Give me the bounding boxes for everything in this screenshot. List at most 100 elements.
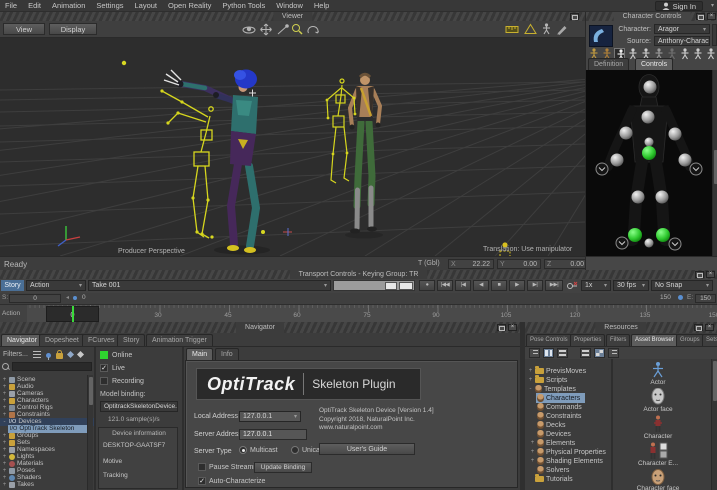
dock-icon[interactable] xyxy=(497,324,506,331)
record-button[interactable]: ● xyxy=(419,280,435,291)
dock-icon[interactable] xyxy=(570,13,579,20)
fps-select[interactable]: 30 fps▾ xyxy=(613,280,649,291)
search-input[interactable] xyxy=(12,362,92,371)
zoom-marker-icon[interactable] xyxy=(73,296,77,300)
menu-animation[interactable]: Animation xyxy=(52,1,85,10)
ruler-icon[interactable] xyxy=(505,24,520,35)
recording-checkbox[interactable] xyxy=(100,377,108,385)
nav-back-icon[interactable] xyxy=(67,351,74,358)
menu-window[interactable]: Window xyxy=(276,1,303,10)
tab-info[interactable]: Info xyxy=(215,348,239,360)
recording-checkbox-row[interactable]: Recording xyxy=(100,377,144,385)
local-address-select[interactable]: 127.0.0.1▾ xyxy=(239,411,301,422)
select-tool-icon[interactable] xyxy=(276,23,290,36)
panel-spinner[interactable] xyxy=(712,24,717,46)
character-select[interactable]: Aragor▾ xyxy=(654,24,710,34)
view-menu-button[interactable]: View xyxy=(3,23,45,35)
viewer-titlebar[interactable]: Viewer xyxy=(0,12,585,21)
pin-icon[interactable] xyxy=(46,353,51,358)
menu-python-tools[interactable]: Python Tools xyxy=(222,1,265,10)
dock-icon[interactable] xyxy=(695,271,704,278)
unicast-radio[interactable] xyxy=(291,446,299,454)
tab-definition[interactable]: Definition xyxy=(588,58,629,70)
dock-icon[interactable] xyxy=(694,324,703,331)
lock-icon[interactable] xyxy=(56,353,63,359)
tree-view-icon[interactable] xyxy=(529,348,540,358)
time-display[interactable] xyxy=(333,280,415,291)
tab-main[interactable]: Main xyxy=(186,348,213,360)
asset-label[interactable]: Character E... xyxy=(628,460,688,467)
assets-scrollbar[interactable] xyxy=(711,359,717,490)
orbit-tool-icon[interactable] xyxy=(242,23,256,36)
character-body-view[interactable] xyxy=(586,70,712,256)
tab-pose-controls[interactable]: Pose Controls xyxy=(526,334,572,346)
large-icons-view-icon[interactable] xyxy=(594,348,605,358)
multicast-radio-row[interactable]: Multicast xyxy=(239,446,278,454)
source-select[interactable]: Anthony-Character▾ xyxy=(654,36,710,46)
range-end-field[interactable]: 150 xyxy=(695,294,716,303)
asset-label[interactable]: Character xyxy=(628,433,688,440)
tab-controls[interactable]: Controls xyxy=(635,58,673,70)
timeline-ruler[interactable]: 15 30 45 60 75 90 105 120 135 150 xyxy=(27,305,717,323)
tree-scrollbar[interactable] xyxy=(87,375,93,490)
close-icon[interactable]: × xyxy=(706,271,715,278)
menu-open-reality[interactable]: Open Reality xyxy=(168,1,211,10)
range-start-field[interactable]: 0 xyxy=(9,294,61,303)
mirror-icon[interactable] xyxy=(692,48,703,61)
transform-x-field[interactable]: X22.22 xyxy=(448,259,494,269)
close-icon[interactable]: × xyxy=(707,13,716,20)
play-button[interactable]: ▶ xyxy=(509,280,525,291)
auto-characterize-row[interactable]: ✓ Auto-Characterize xyxy=(198,477,265,485)
filters-label[interactable]: Filters... xyxy=(3,351,28,358)
menu-settings[interactable]: Settings xyxy=(96,1,123,10)
step-back-button[interactable]: |◀ xyxy=(455,280,471,291)
step-forward-button[interactable]: ▶| xyxy=(527,280,543,291)
dock-icon[interactable] xyxy=(696,13,705,20)
go-to-start-button[interactable]: |◀◀ xyxy=(437,280,453,291)
live-checkbox[interactable]: ✓ xyxy=(100,364,108,372)
tab-properties[interactable]: Properties xyxy=(570,334,605,346)
transport-titlebar[interactable]: Transport Controls - Keying Group: TR × xyxy=(0,270,717,279)
play-reverse-button[interactable]: ◀ xyxy=(473,280,489,291)
action-mode-select[interactable]: Action▾ xyxy=(26,280,86,291)
small-icons-view-icon[interactable] xyxy=(580,348,591,358)
menu-edit[interactable]: Edit xyxy=(28,1,41,10)
update-binding-button[interactable]: Update Binding xyxy=(254,462,312,473)
menu-help[interactable]: Help xyxy=(314,1,329,10)
column-view-icon[interactable] xyxy=(543,348,554,358)
marker-triangle-icon[interactable] xyxy=(524,23,537,35)
nav-forward-icon[interactable] xyxy=(77,351,84,358)
asset-label[interactable]: Actor xyxy=(628,379,688,386)
ik-blend-icon[interactable] xyxy=(679,48,690,61)
auto-characterize-checkbox[interactable]: ✓ xyxy=(198,477,206,485)
character-extension-asset-icon[interactable] xyxy=(647,442,669,459)
go-to-end-button[interactable]: ▶▶| xyxy=(545,280,563,291)
transform-y-field[interactable]: Y0.00 xyxy=(497,259,541,269)
pause-streaming-checkbox[interactable] xyxy=(198,463,206,471)
tab-animation-trigger[interactable]: Animation Trigger xyxy=(146,334,213,346)
users-guide-button[interactable]: User's Guide xyxy=(319,443,415,455)
tab-filters[interactable]: Filters xyxy=(606,334,630,346)
viewport[interactable]: Producer Perspective Translation: Use ma… xyxy=(0,38,585,256)
actor-tool-icon[interactable] xyxy=(541,23,552,35)
tree-item-takes[interactable]: +Takes xyxy=(0,481,34,489)
resources-titlebar[interactable]: Resources × xyxy=(525,322,717,333)
model-binding-select[interactable]: OptitrackSkeletonDevice...▾ xyxy=(100,401,178,412)
display-menu-button[interactable]: Display xyxy=(49,23,97,35)
tab-groups[interactable]: Groups xyxy=(676,334,704,346)
row-view-icon[interactable] xyxy=(557,348,568,358)
sign-in-button[interactable]: Sign In xyxy=(655,1,703,11)
play-speed-select[interactable]: 1x▾ xyxy=(581,280,611,291)
tab-dopesheet[interactable]: Dopesheet xyxy=(39,334,85,346)
search-icon[interactable] xyxy=(2,363,10,371)
snap-select[interactable]: No Snap▾ xyxy=(651,280,713,291)
tab-asset-browser[interactable]: Asset Browser xyxy=(631,334,678,346)
zoom-tool-icon[interactable] xyxy=(290,23,304,36)
list-options-icon[interactable] xyxy=(33,351,41,358)
tab-sets[interactable]: Sets xyxy=(702,334,717,346)
menu-file[interactable]: File xyxy=(5,1,17,10)
account-dropdown-icon[interactable]: ▾ xyxy=(711,2,714,9)
keyframe-icon[interactable] xyxy=(566,280,579,291)
character-face-asset-icon[interactable] xyxy=(650,469,666,485)
pan-tool-icon[interactable] xyxy=(259,23,273,36)
